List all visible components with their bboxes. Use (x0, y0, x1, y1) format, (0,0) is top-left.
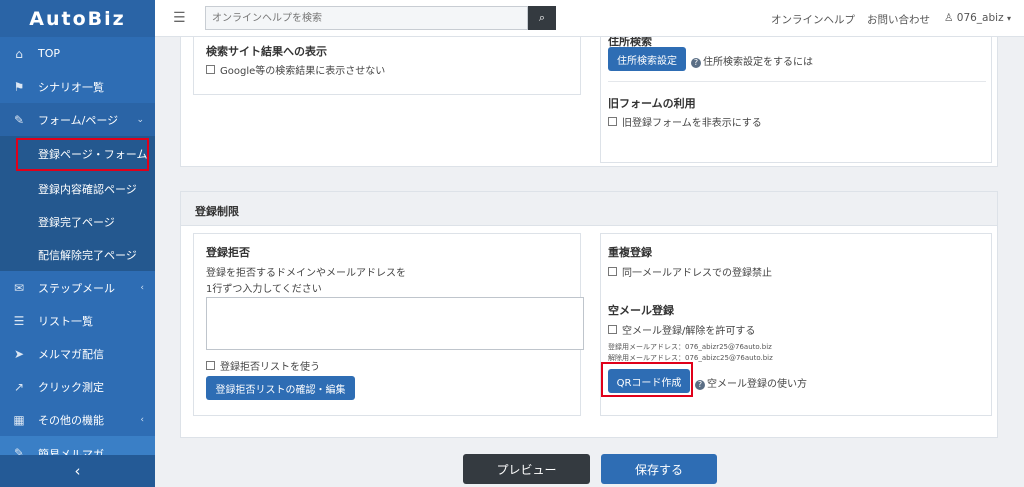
sidebar-item-label: フォーム/ページ (38, 113, 119, 127)
sidebar-item-label: TOP (38, 47, 61, 60)
search-button[interactable]: ⌕ (528, 6, 556, 30)
sidebar-item-label: ステップメール (38, 281, 115, 295)
flag-icon: ⚑ (13, 79, 25, 94)
brand-logo[interactable]: AutoBiz (0, 0, 155, 37)
reject-description-2: 1行ずつ入力してください (206, 284, 322, 295)
allow-empty-mail-checkbox[interactable]: 空メール登録/解除を許可する (608, 322, 755, 337)
reject-list-textarea[interactable] (206, 297, 584, 350)
chevron-left-icon: ‹ (140, 414, 144, 425)
reject-description: 登録を拒否するドメインやメールアドレスを (206, 268, 406, 279)
preview-button[interactable]: プレビュー (463, 454, 590, 484)
empty-mail-help-link[interactable]: ? 空メール登録の使い方 (695, 375, 807, 390)
checkbox-label: Google等の検索結果に表示させない (220, 66, 386, 77)
question-icon: ? (695, 379, 705, 390)
contact-link[interactable]: お問い合わせ (867, 12, 930, 27)
card-title: 登録制限 (195, 205, 239, 218)
sidebar-item-top[interactable]: ⌂ TOP (0, 37, 155, 70)
use-reject-list-checkbox[interactable]: 登録拒否リストを使う (206, 358, 320, 373)
checkbox-box (608, 267, 617, 276)
top-bar: ☰ ⌕ オンラインヘルプ お問い合わせ ♙ 076_abiz ▾ (155, 0, 1024, 37)
sidebar-subitem-complete-page[interactable]: 登録完了ページ (0, 205, 155, 238)
checkbox-label: 同一メールアドレスでの登録禁止 (622, 268, 772, 279)
sidebar-item-other[interactable]: ▦ その他の機能 ‹ (0, 403, 155, 436)
online-help-link[interactable]: オンラインヘルプ (771, 12, 855, 27)
empty-mail-help-text: 空メール登録の使い方 (707, 379, 807, 390)
address-settings-button[interactable]: 住所検索設定 (608, 47, 686, 71)
old-form-title: 旧フォームの利用 (608, 97, 696, 110)
chart-icon: ↗ (13, 379, 25, 394)
search-visibility-panel: 検索サイト結果への表示 Google等の検索結果に表示させない (193, 37, 581, 95)
highlight-box-qr (601, 362, 693, 397)
chevron-down-icon: ⌄ (136, 114, 144, 125)
question-icon: ? (691, 57, 701, 68)
sidebar-item-lists[interactable]: ☰ リスト一覧 (0, 304, 155, 337)
hide-old-form-checkbox[interactable]: 旧登録フォームを非表示にする (608, 114, 762, 129)
sidebar-item-step-mail[interactable]: ✉ ステップメール ‹ (0, 271, 155, 304)
sidebar-collapse-button[interactable]: ‹ (0, 455, 155, 487)
address-help-link[interactable]: ? 住所検索設定をするには (691, 53, 813, 68)
send-icon: ➤ (13, 346, 25, 361)
settings-card: 検索サイト結果への表示 Google等の検索結果に表示させない 住所検索 住所検… (180, 37, 998, 167)
sidebar-item-label: 配信解除完了ページ (38, 248, 137, 262)
hide-search-checkbox[interactable]: Google等の検索結果に表示させない (206, 62, 385, 77)
search-icon: ⌕ (538, 11, 546, 24)
duplicate-title: 重複登録 (608, 246, 652, 259)
checkbox-label: 旧登録フォームを非表示にする (622, 118, 762, 129)
sidebar-subitem-confirm-page[interactable]: 登録内容確認ページ (0, 172, 155, 205)
address-help-text: 住所検索設定をするには (703, 57, 813, 68)
edit-reject-list-button[interactable]: 登録拒否リストの確認・編集 (206, 376, 355, 400)
sidebar-subitem-unsubscribe-page[interactable]: 配信解除完了ページ (0, 238, 155, 271)
sidebar-item-label: リスト一覧 (38, 314, 93, 328)
grid-icon: ▦ (13, 412, 25, 427)
user-icon: ♙ (944, 12, 954, 24)
registration-restriction-card: 登録制限 登録拒否 登録を拒否するドメインやメールアドレスを 1行ずつ入力してく… (180, 191, 998, 438)
empty-mail-title: 空メール登録 (608, 304, 674, 317)
checkbox-label: 空メール登録/解除を許可する (622, 326, 756, 337)
checkbox-box (608, 325, 617, 334)
save-button[interactable]: 保存する (601, 454, 717, 484)
block-duplicate-checkbox[interactable]: 同一メールアドレスでの登録禁止 (608, 264, 772, 279)
address-panel: 住所検索 住所検索設定 ? 住所検索設定をするには 旧フォームの利用 旧登録フォー… (600, 37, 992, 163)
sidebar-item-newsletter[interactable]: ➤ メルマガ配信 (0, 337, 155, 370)
envelope-open-icon: ✉ (13, 280, 25, 295)
card-header: 登録制限 (181, 192, 997, 226)
reject-panel: 登録拒否 登録を拒否するドメインやメールアドレスを 1行ずつ入力してください 登… (193, 233, 584, 416)
sidebar-item-scenarios[interactable]: ⚑ シナリオ一覧 (0, 70, 155, 103)
main-content: 検索サイト結果への表示 Google等の検索結果に表示させない 住所検索 住所検… (155, 37, 1024, 487)
sidebar-item-label: 登録内容確認ページ (38, 182, 137, 196)
sidebar-item-label: 登録完了ページ (38, 215, 115, 229)
registration-address: 登録用メールアドレス：076_abizr25@76auto.biz (608, 343, 772, 351)
help-search-input[interactable] (205, 6, 528, 30)
search-visibility-title: 検索サイト結果への表示 (206, 45, 327, 58)
sidebar-item-label: その他の機能 (38, 413, 104, 427)
checkbox-box (608, 117, 617, 126)
home-icon: ⌂ (15, 46, 23, 61)
sidebar-item-label: シナリオ一覧 (38, 80, 104, 94)
hamburger-menu-icon[interactable]: ☰ (173, 10, 186, 26)
checkbox-box (206, 65, 215, 74)
sidebar-item-simple-newsletter[interactable]: ✎ 簡易メルマガ (0, 436, 155, 456)
divider (608, 81, 986, 82)
sidebar-item-label: クリック測定 (38, 380, 104, 394)
username: 076_abiz (956, 12, 1004, 24)
list-icon: ☰ (13, 313, 25, 328)
sidebar-item-forms[interactable]: ✎ フォーム/ページ ⌄ (0, 103, 155, 136)
checkbox-box (206, 361, 215, 370)
chevron-left-icon: ‹ (140, 282, 144, 293)
checkbox-label: 登録拒否リストを使う (220, 362, 320, 373)
sidebar: AutoBiz ⌂ TOP ⚑ シナリオ一覧 ✎ フォーム/ページ ⌄ 登録ペー… (0, 0, 155, 487)
user-menu[interactable]: ♙ 076_abiz ▾ (944, 12, 1011, 24)
sidebar-item-click-tracking[interactable]: ↗ クリック測定 (0, 370, 155, 403)
sidebar-item-label: メルマガ配信 (38, 347, 104, 361)
reject-title: 登録拒否 (206, 246, 250, 259)
highlight-box (16, 138, 149, 171)
pen-icon: ✎ (13, 112, 25, 127)
caret-down-icon: ▾ (1006, 14, 1011, 23)
